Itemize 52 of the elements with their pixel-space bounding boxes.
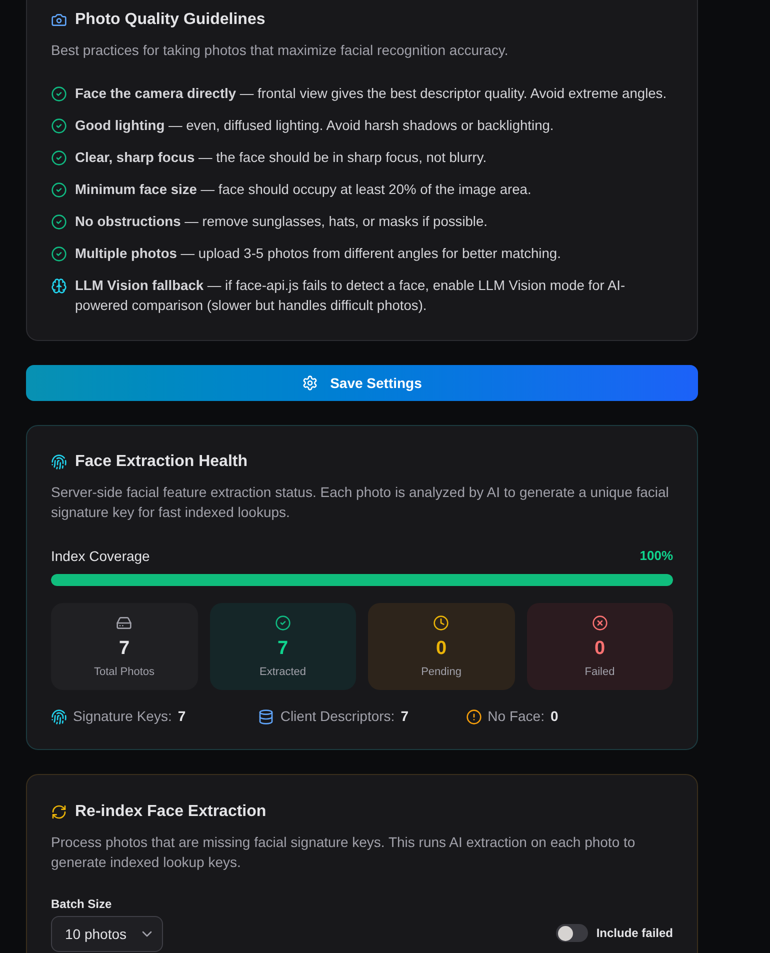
guideline-text: No obstructions — remove sunglasses, hats, or masks if possible. <box>75 213 488 231</box>
stat-label: Failed <box>584 665 615 680</box>
clock-icon <box>433 615 450 631</box>
summary-label: Client Descriptors: <box>280 707 395 726</box>
check-circle-icon <box>51 214 67 230</box>
guideline-text: LLM Vision fallback — if face-api.js fails to detect a face, enable LLM Vision mode for AI-powered comparison (slower but handles difficult photos). <box>75 277 626 315</box>
card-title: Photo Quality Guidelines <box>75 10 266 30</box>
card-description: Server-side facial feature extraction status. Each photo is analyzed by AI to generate a unique facial signature key for fast indexed lookups. <box>51 483 670 522</box>
batch-size-select[interactable]: 10 photos <box>51 916 163 952</box>
guideline-text: Face the camera directly — frontal view gives the best descriptor quality. Avoid extreme angles. <box>75 85 667 103</box>
fingerprint-icon <box>51 454 67 470</box>
guideline-text: Minimum face size — face should occupy at least 20% of the image area. <box>75 181 532 199</box>
fingerprint-icon <box>51 708 67 724</box>
stat-label: Extracted <box>260 665 306 680</box>
card-description: Best practices for taking photos that maximize facial recognition accuracy. <box>51 41 510 60</box>
card-title: Face Extraction Health <box>75 452 248 472</box>
alert-circle-icon <box>466 708 482 724</box>
check-circle-icon <box>51 86 67 102</box>
batch-size-label: Batch Size <box>51 896 113 912</box>
coverage-value: 100% <box>640 547 673 566</box>
x-circle-icon <box>592 615 608 631</box>
include-failed-label: Include failed <box>596 925 673 942</box>
stat-label: Pending <box>421 665 462 680</box>
database-icon <box>258 708 274 724</box>
summary-value: 0 <box>550 707 558 726</box>
camera-icon <box>51 12 67 28</box>
save-settings-button[interactable]: Save Settings <box>26 365 698 401</box>
check-circle-icon <box>51 182 67 198</box>
brain-icon <box>51 278 67 294</box>
check-circle-icon <box>51 150 67 166</box>
stat-value: 0 <box>594 637 606 661</box>
summary-value: 7 <box>178 707 186 726</box>
guideline-text: Clear, sharp focus — the face should be in sharp focus, not blurry. <box>75 149 487 167</box>
coverage-label: Index Coverage <box>51 546 150 566</box>
summary-value: 7 <box>400 707 408 726</box>
summary-label: Signature Keys: <box>73 707 172 726</box>
guideline-text: Good lighting — even, diffused lighting. Avoid harsh shadows or backlighting. <box>75 117 554 135</box>
stat-value: 7 <box>277 637 288 661</box>
summary-label: No Face: <box>488 707 544 726</box>
check-circle-icon <box>51 118 67 134</box>
check-circle-icon <box>51 246 67 262</box>
drive-icon <box>116 615 132 631</box>
refresh-icon <box>51 804 67 820</box>
stat-value: 7 <box>118 637 130 661</box>
stat-label: Total Photos <box>94 665 155 680</box>
card-description: Process photos that are missing facial signature keys. This runs AI extraction on each photo to generate indexed lookup keys. <box>51 833 636 872</box>
stat-value: 0 <box>436 637 447 661</box>
settings-icon <box>302 375 318 391</box>
check-circle-icon <box>274 615 291 631</box>
guideline-text: Multiple photos — upload 3-5 photos from different angles for better matching. <box>75 245 561 263</box>
include-failed-toggle[interactable] <box>556 924 588 942</box>
card-title: Re-index Face Extraction <box>75 802 266 822</box>
